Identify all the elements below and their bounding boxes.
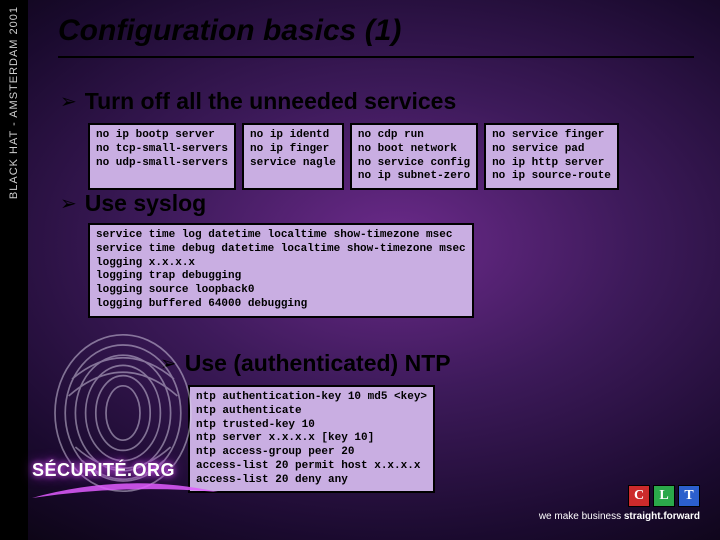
tagline-prefix: we make business (539, 511, 624, 522)
bullet-3-text: Use (authenticated) NTP (185, 350, 451, 377)
tagline-bold: straight.forward (624, 511, 700, 522)
code-box-ntp: ntp authentication-key 10 md5 <key> ntp … (188, 385, 435, 493)
securite-logo: SÉCURITÉ.ORG (32, 460, 175, 481)
code-box-4: no service finger no service pad no ip h… (484, 123, 619, 190)
bullet-1: ➢ Turn off all the unneeded services (60, 88, 700, 115)
clt-box-c: C (628, 485, 650, 507)
ntp-block: ➢ Use (authenticated) NTP ntp authentica… (160, 350, 451, 493)
code-box-syslog: service time log datetime localtime show… (88, 223, 474, 318)
content: ➢ Turn off all the unneeded services no … (60, 88, 700, 318)
tagline: we make business straight.forward (539, 511, 700, 522)
clt-boxes: C L T (628, 485, 700, 507)
page-title: Configuration basics (1) (58, 14, 401, 48)
code-boxes-row: no ip bootp server no tcp-small-servers … (88, 123, 700, 190)
clt-box-t: T (678, 485, 700, 507)
arrow-icon: ➢ (160, 354, 177, 374)
code-box-3: no cdp run no boot network no service co… (350, 123, 478, 190)
bullet-2-text: Use syslog (85, 190, 206, 217)
clt-box-l: L (653, 485, 675, 507)
code-box-2: no ip identd no ip finger service nagle (242, 123, 344, 190)
title-underline (58, 56, 694, 58)
arrow-icon: ➢ (60, 194, 77, 214)
sidebar-label: BLACK HAT - AMSTERDAM 2001 (8, 6, 20, 199)
code-box-1: no ip bootp server no tcp-small-servers … (88, 123, 236, 190)
arrow-icon: ➢ (60, 92, 77, 112)
footer-right: C L T we make business straight.forward (539, 485, 700, 522)
bullet-3: ➢ Use (authenticated) NTP (160, 350, 451, 377)
sidebar: BLACK HAT - AMSTERDAM 2001 (0, 0, 28, 540)
bullet-2: ➢ Use syslog (60, 190, 700, 217)
bullet-1-text: Turn off all the unneeded services (85, 88, 457, 115)
